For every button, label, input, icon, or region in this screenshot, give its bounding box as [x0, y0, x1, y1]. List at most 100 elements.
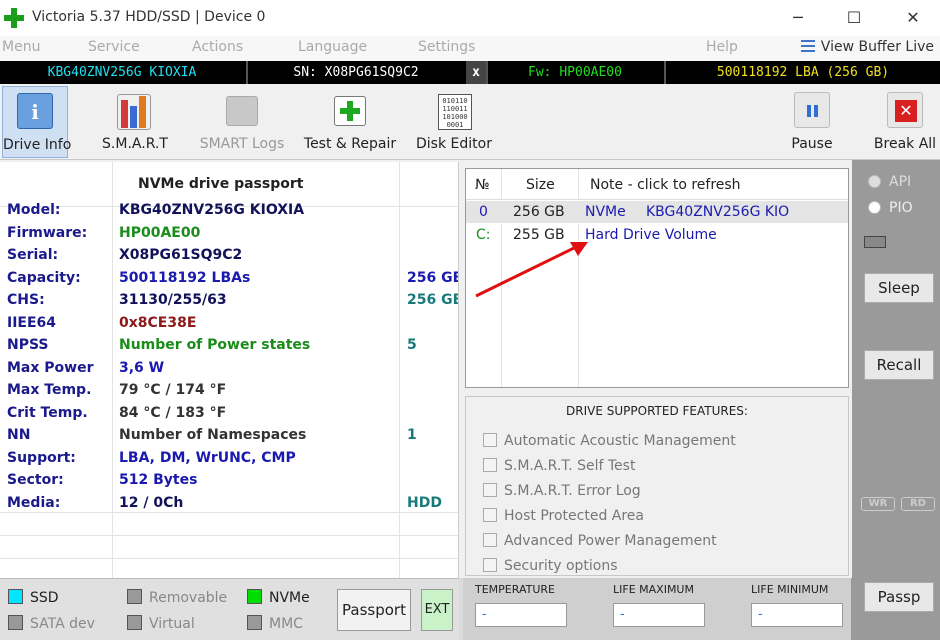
menu-settings[interactable]: Settings: [418, 39, 475, 55]
view-buffer-live[interactable]: View Buffer Live: [800, 39, 934, 55]
menu-bar: Menu Service Actions Language Settings H…: [0, 36, 940, 61]
ext-button[interactable]: EXT: [421, 589, 453, 631]
drive-row-selected[interactable]: 0 256 GB NVMe KBG40ZNV256G KIO: [466, 201, 848, 223]
legend-nvme: NVMe: [247, 589, 310, 606]
break-all-label: Break All: [873, 136, 937, 152]
passport-value: LBA, DM, WrUNC, CMP: [119, 449, 296, 466]
feature-aam-checkbox[interactable]: Automatic Acoustic Management: [483, 433, 736, 449]
feature-apm-checkbox[interactable]: Advanced Power Management: [483, 533, 717, 549]
passport-value: 512 Bytes: [119, 472, 198, 488]
feature-self-test-checkbox[interactable]: S.M.A.R.T. Self Test: [483, 458, 635, 474]
pio-radio[interactable]: PIO: [868, 200, 913, 216]
passport-value: 79 °C / 174 °F: [119, 382, 227, 398]
passport-value: 84 °C / 183 °F: [119, 404, 227, 421]
menu-service[interactable]: Service: [88, 39, 140, 55]
passport-key: Firmware:: [7, 224, 88, 241]
passport-key: Media:: [7, 494, 61, 511]
col-number: №: [475, 177, 490, 193]
life-max-gauge: LIFE MAXIMUM -: [613, 583, 705, 627]
pause-label: Pause: [791, 136, 833, 152]
menu-menu[interactable]: Menu: [2, 39, 40, 55]
info-icon: i: [17, 93, 53, 129]
passport-value: 31130/255/63: [119, 292, 227, 308]
passport-extra: 1: [407, 427, 417, 443]
annotation-arrow: [475, 242, 588, 298]
minimize-button[interactable]: ─: [786, 6, 810, 30]
passport-row: CHS: 31130/255/63 256 GB: [0, 289, 459, 312]
passport-key: Support:: [7, 449, 76, 466]
disk-editor-button[interactable]: 010110 110011 101000 0001 Disk Editor: [414, 86, 494, 158]
temperature-value: -: [475, 603, 567, 627]
passport-row: Sector: 512 Bytes: [0, 469, 458, 492]
title-bar: Victoria 5.37 HDD/SSD | Device 0 ─ ☐ ✕: [0, 0, 940, 36]
drive-type: NVMe: [585, 204, 626, 220]
legend-ssd: SSD: [8, 589, 59, 606]
feature-hpa-checkbox[interactable]: Host Protected Area: [483, 508, 644, 524]
life-max-value: -: [613, 603, 705, 627]
right-control-panel: API PIO Sleep Recall WR RD: [852, 160, 940, 578]
drive-passport-panel: NVMe drive passport Model: KBG40ZNV256G K…: [0, 162, 459, 578]
passport-divider: [112, 162, 113, 578]
smart-label: S.M.A.R.T: [102, 136, 168, 152]
passport-row: Capacity: 500118192 LBAs 256 GB: [0, 267, 458, 290]
smart-logs-label: SMART Logs: [199, 136, 285, 152]
test-repair-label: Test & Repair: [303, 136, 397, 152]
device-bar: KBG40ZNV256G KIOXIA SN: X08PG61SQ9C2 x F…: [0, 61, 940, 84]
life-min-gauge: LIFE MINIMUM -: [751, 583, 843, 627]
passport-value: HP00AE00: [119, 224, 201, 241]
list-icon: [800, 40, 815, 52]
temperature-gauge: TEMPERATURE -: [475, 583, 567, 627]
legend-sata: SATA dev: [8, 615, 95, 632]
device-close-button[interactable]: x: [466, 61, 486, 84]
sleep-button[interactable]: Sleep: [864, 273, 934, 303]
col-note[interactable]: Note - click to refresh: [590, 177, 741, 193]
first-aid-icon: [330, 92, 370, 132]
menu-language[interactable]: Language: [298, 39, 367, 55]
feature-security-checkbox[interactable]: Security options: [483, 558, 618, 574]
device-capacity: 500118192 LBA (256 GB): [664, 61, 940, 84]
api-radio[interactable]: API: [868, 174, 911, 190]
passport-value: 500118192 LBAs: [119, 269, 251, 286]
maximize-button[interactable]: ☐: [842, 6, 866, 30]
passport-row: NN Number of Namespaces 1: [0, 424, 458, 447]
window-title: Victoria 5.37 HDD/SSD | Device 0: [32, 9, 266, 25]
drive-info-button[interactable]: i Drive Info: [2, 86, 72, 158]
toolbar: i Drive Info S.M.A.R.T SMART Logs Test &…: [0, 84, 940, 160]
recall-button[interactable]: Recall: [864, 350, 934, 380]
activity-indicator: [864, 236, 886, 248]
smart-logs-button[interactable]: SMART Logs: [196, 86, 288, 158]
drive-info-label: Drive Info: [3, 137, 72, 153]
close-button[interactable]: ✕: [901, 6, 925, 30]
passport-key: CHS:: [7, 292, 45, 308]
passp-button[interactable]: Passp: [864, 582, 934, 612]
passport-row: NPSS Number of Power states 5: [0, 334, 458, 357]
passport-row: Media: 12 / 0Ch HDD: [0, 492, 458, 515]
passport-key: Capacity:: [7, 269, 81, 286]
passport-key: NN: [7, 427, 31, 443]
device-model[interactable]: KBG40ZNV256G KIOXIA: [0, 61, 244, 84]
legend-removable: Removable: [127, 589, 227, 606]
passport-row: Max Power 3,6 W: [0, 357, 458, 380]
feature-error-log-checkbox[interactable]: S.M.A.R.T. Error Log: [483, 483, 641, 499]
passport-row: Crit Temp. 84 °C / 183 °F: [0, 402, 458, 425]
passport-row: Model: KBG40ZNV256G KIOXIA: [0, 199, 458, 222]
passport-key: Model:: [7, 202, 61, 218]
passport-extra: 256 GB: [407, 292, 459, 308]
pause-button[interactable]: Pause: [784, 86, 840, 158]
passport-button[interactable]: Passport: [337, 589, 411, 631]
passport-row: IIEE64 0x8CE38E: [0, 312, 458, 335]
device-firmware: Fw: HP00AE00: [486, 61, 662, 84]
passport-divider: [399, 162, 400, 578]
logs-icon: [222, 92, 262, 132]
life-min-value: -: [751, 603, 843, 627]
pause-icon: [794, 92, 830, 128]
menu-help[interactable]: Help: [706, 39, 738, 55]
smart-button[interactable]: S.M.A.R.T: [98, 86, 172, 158]
passport-key: Crit Temp.: [7, 404, 88, 421]
break-all-button[interactable]: ✕ Break All: [870, 86, 940, 158]
passport-value: Number of Power states: [119, 337, 311, 353]
passport-row: Serial: X08PG61SQ9C2: [0, 244, 458, 267]
read-indicator: RD: [901, 497, 935, 511]
test-repair-button[interactable]: Test & Repair: [300, 86, 400, 158]
menu-actions[interactable]: Actions: [192, 39, 243, 55]
